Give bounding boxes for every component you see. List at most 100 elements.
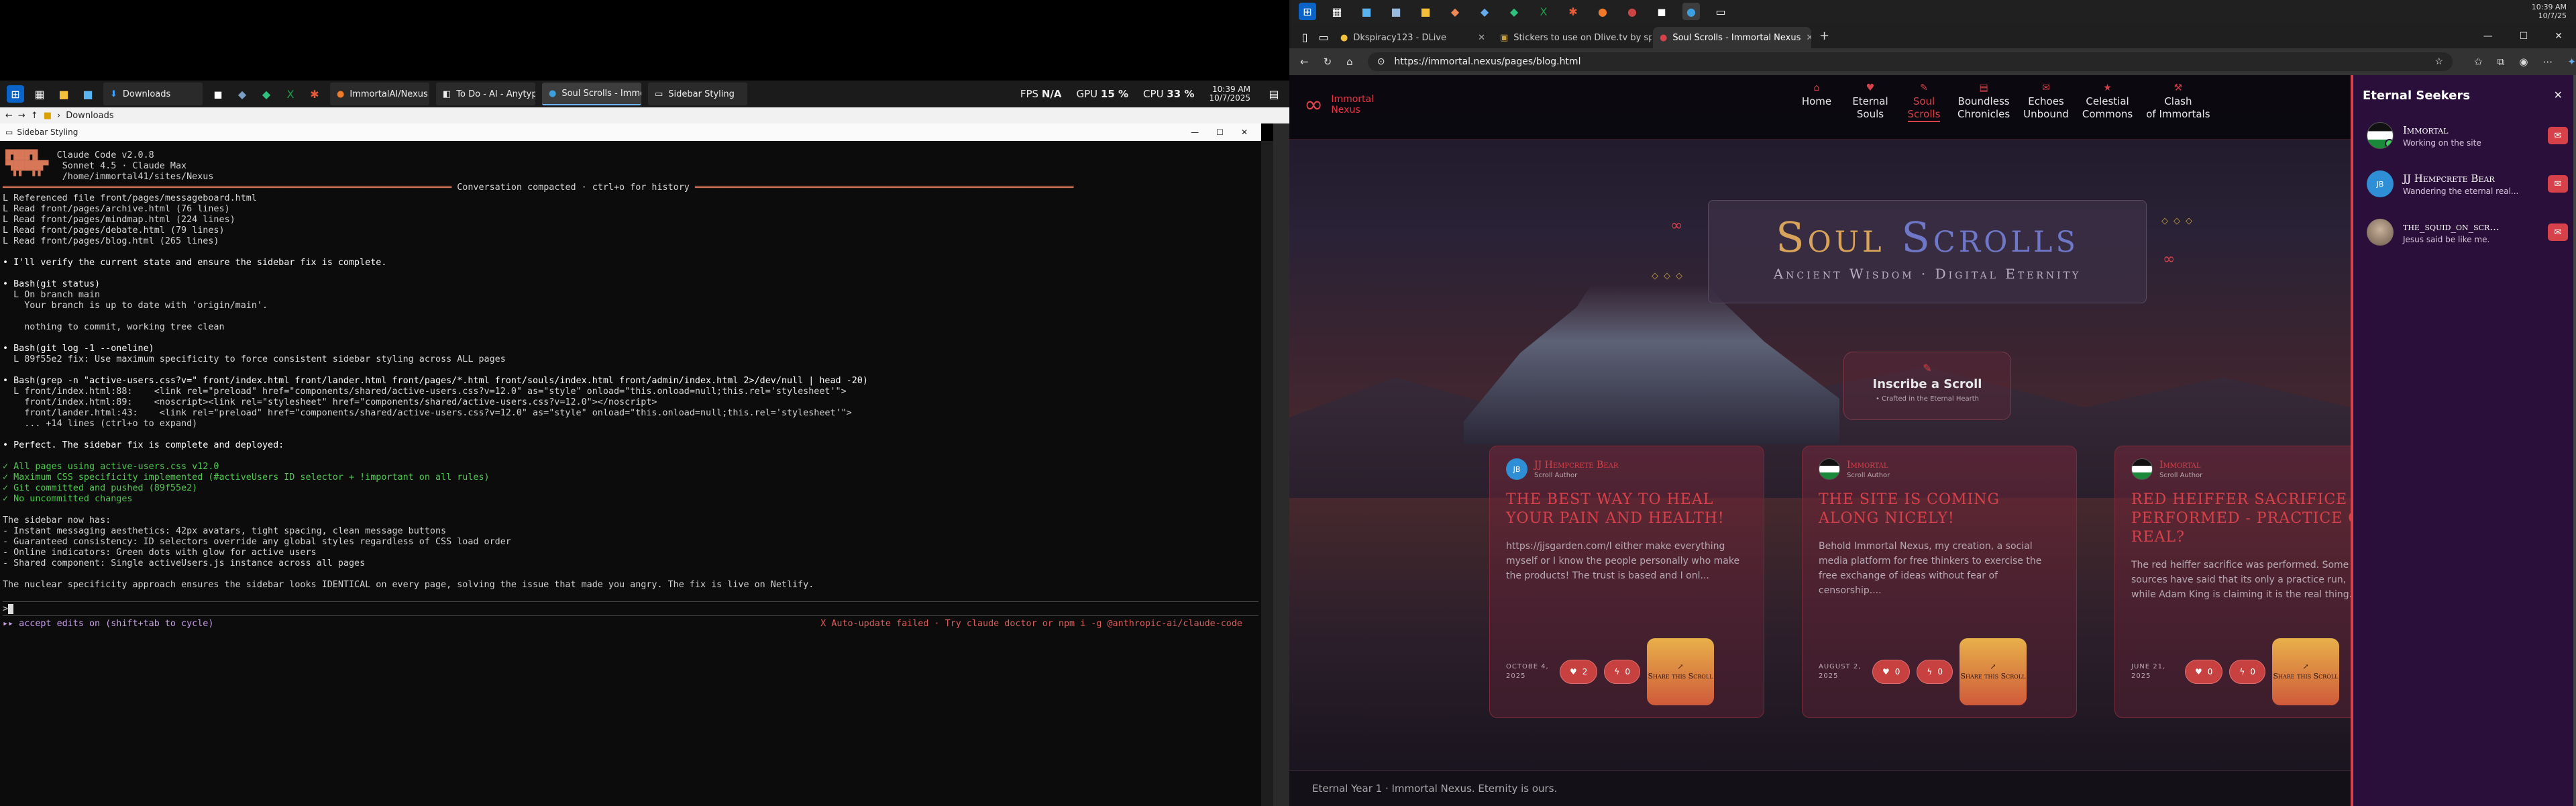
folder-icon[interactable]: ■: [55, 85, 72, 103]
share-button[interactable]: ↗ Share this Scroll: [2271, 638, 2339, 705]
share-button[interactable]: ↗ Share this Scroll: [1646, 638, 1714, 705]
card-title[interactable]: Red Heiffer Sacrifice Performed - Practi…: [2131, 491, 2351, 547]
address-bar[interactable]: ⊙ https://immortal.nexus/pages/blog.html ☆: [1367, 52, 2453, 71]
tab-soul-scrolls[interactable]: ● Soul Scrolls - Immortal Nexus ✕: [1653, 27, 1811, 48]
new-tab-icon[interactable]: +: [1819, 29, 1829, 43]
message-button[interactable]: ✉: [2548, 223, 2568, 241]
app-icon[interactable]: ◆: [1446, 3, 1464, 20]
start-icon[interactable]: ⊞: [7, 85, 24, 103]
url-text[interactable]: https://immortal.nexus/pages/blog.html: [1394, 56, 1580, 67]
site-logo[interactable]: ∞ Immortal Nexus: [1304, 93, 1374, 116]
browser-icon[interactable]: ●: [1594, 3, 1611, 20]
scroll-card[interactable]: Immortal Scroll Author The Site Is Coming …: [1802, 446, 2077, 718]
card-author[interactable]: JB JJ Hempcrete Bear Scroll Author: [1506, 458, 1748, 480]
clock[interactable]: 10:39 AM 10/7/2025: [1209, 85, 1250, 103]
taskbar-item-soul-scrolls[interactable]: ● Soul Scrolls - Immo...: [542, 83, 641, 105]
nav-item-eternal-souls[interactable]: ♥ Eternal Souls: [1850, 82, 1890, 122]
app-icon[interactable]: ◆: [1476, 3, 1493, 20]
taskbar-item-nexus[interactable]: ● ImmortalAI/Nexus ...: [330, 83, 429, 105]
scroll-card[interactable]: JB JJ Hempcrete Bear Scroll Author The Best…: [1489, 446, 1764, 718]
maximize-icon[interactable]: ☐: [2520, 31, 2528, 42]
close-icon[interactable]: ✕: [1241, 128, 1248, 137]
card-author[interactable]: Immortal Scroll Author: [2131, 458, 2351, 480]
store-icon[interactable]: ■: [79, 85, 97, 103]
nav-item-boundless-chronicles[interactable]: ▤ Boundless Chronicles: [1957, 82, 2010, 122]
taskbar-item-anytype[interactable]: ◧ To Do - AI - Anytype: [436, 83, 535, 105]
forward-icon[interactable]: →: [18, 111, 25, 121]
explorer-path[interactable]: Downloads: [66, 111, 113, 121]
terminal-titlebar[interactable]: ▭ Sidebar Styling — ☐ ✕: [0, 123, 1261, 141]
folder-icon[interactable]: ■: [1417, 3, 1434, 20]
excel-icon[interactable]: X: [282, 85, 299, 103]
right-clock[interactable]: 10:39 AM 10/7/25: [2532, 3, 2576, 20]
minimize-icon[interactable]: —: [2483, 31, 2493, 42]
scroll-card[interactable]: Immortal Scroll Author Red Heiffer Sacrifi…: [2114, 446, 2351, 718]
inscribe-scroll-button[interactable]: ✎ Inscribe a Scroll • Crafted in the Ete…: [1843, 352, 2011, 420]
prompt-input[interactable]: >_: [3, 601, 1258, 616]
back-icon[interactable]: ←: [5, 111, 13, 121]
app-icon[interactable]: ■: [1387, 3, 1405, 20]
maximize-icon[interactable]: ☐: [1216, 128, 1224, 137]
app-icon[interactable]: ✱: [1564, 3, 1582, 20]
favorites-icon[interactable]: ✩: [2474, 56, 2483, 68]
close-icon[interactable]: ✕: [1806, 33, 1811, 43]
nav-item-echoes-unbound[interactable]: ✉ Echoes Unbound: [2023, 82, 2069, 122]
seeker-item[interactable]: the_squid_on_scr... Jesus said be like me…: [2367, 219, 2568, 246]
extensions-icon[interactable]: ⧉: [2498, 56, 2505, 68]
start-icon[interactable]: ⊞: [1299, 3, 1316, 20]
close-icon[interactable]: ✕: [2555, 31, 2563, 42]
up-icon[interactable]: ↑: [31, 111, 38, 121]
tab-stickers[interactable]: ▣Stickers to use on Dlive.tv by spo✕: [1493, 27, 1652, 48]
app-icon[interactable]: ◆: [1505, 3, 1523, 20]
card-title[interactable]: The Best Way To Heal Your Pain And Healt…: [1506, 491, 1748, 528]
tab-actions-icon[interactable]: ▭: [1315, 28, 1332, 46]
terminal-icon[interactable]: ▭: [1712, 3, 1729, 20]
spark-button[interactable]: ϟ0: [2229, 660, 2265, 684]
seeker-item[interactable]: Immortal Working on the site ✉: [2367, 122, 2568, 149]
reload-icon[interactable]: ↻: [1324, 56, 1332, 68]
taskbar-item-downloads[interactable]: ⬇ Downloads: [103, 83, 203, 105]
explorer-address-bar[interactable]: ← → ↑ ■ › Downloads: [0, 107, 1289, 123]
home-icon[interactable]: ⌂: [1346, 56, 1353, 68]
notification-icon[interactable]: ▤: [1265, 85, 1283, 103]
minimize-icon[interactable]: —: [1191, 128, 1199, 137]
app-icon[interactable]: ✱: [306, 85, 323, 103]
app-icon[interactable]: ●: [1623, 3, 1641, 20]
sidebar-toggle-icon[interactable]: ▯: [1296, 28, 1313, 46]
card-author[interactable]: Immortal Scroll Author: [1819, 458, 2060, 480]
copilot-icon[interactable]: ✦: [2567, 56, 2576, 68]
bookmark-icon[interactable]: ☆: [2434, 56, 2443, 67]
tab-dlive[interactable]: ● Dkspiracy123 - DLive ✕: [1334, 27, 1492, 48]
terminal-output[interactable]: ▐▛███▜▌ Claude Code v2.0.8 ▝▜█████▛▘ Son…: [0, 141, 1261, 806]
page-scrollbar[interactable]: [2573, 75, 2576, 806]
excel-icon[interactable]: X: [1535, 3, 1552, 20]
terminal-scrollbar[interactable]: [1261, 141, 1273, 806]
close-icon[interactable]: ✕: [2554, 89, 2563, 101]
close-icon[interactable]: ✕: [1478, 33, 1485, 43]
nav-item-celestial-commons[interactable]: ★ Celestial Commons: [2082, 82, 2133, 122]
taskbar-item-sidebar-styling[interactable]: ▭ Sidebar Styling: [648, 83, 747, 105]
like-button[interactable]: ♥ 0: [1872, 660, 1911, 684]
app-icon[interactable]: ◼: [1653, 3, 1670, 20]
message-button[interactable]: ✉: [2548, 127, 2568, 144]
browser-icon[interactable]: ●: [1682, 3, 1700, 20]
seeker-item[interactable]: JB JJ Hempcrete Bear Wandering the eternal…: [2367, 170, 2568, 197]
like-button[interactable]: ♥ 0: [2185, 660, 2223, 684]
app-icon[interactable]: ◼: [209, 85, 227, 103]
site-info-icon[interactable]: ⊙: [1377, 56, 1385, 67]
app-icon[interactable]: ■: [1358, 3, 1375, 20]
nav-item-home[interactable]: ⌂ Home: [1796, 82, 1837, 122]
nav-item-soul-scrolls[interactable]: ✎ Soul Scrolls: [1904, 82, 1944, 122]
spark-button[interactable]: ϟ0: [1604, 660, 1640, 684]
back-icon[interactable]: ←: [1300, 56, 1309, 68]
app-icon[interactable]: ◆: [258, 85, 275, 103]
share-button[interactable]: ↗ Share this Scroll: [1959, 638, 2027, 705]
nav-item-clash-of-immortals[interactable]: ⚒ Clash of Immortals: [2146, 82, 2210, 122]
menu-icon[interactable]: ⋯: [2542, 56, 2553, 68]
card-title[interactable]: The Site Is Coming Along Nicely!: [1819, 491, 2060, 528]
spark-button[interactable]: ϟ0: [1917, 660, 1953, 684]
profile-icon[interactable]: ◉: [2519, 56, 2528, 68]
app-icon[interactable]: ◆: [233, 85, 251, 103]
message-button[interactable]: ✉: [2548, 175, 2568, 193]
taskview-icon[interactable]: ▦: [1328, 3, 1346, 20]
